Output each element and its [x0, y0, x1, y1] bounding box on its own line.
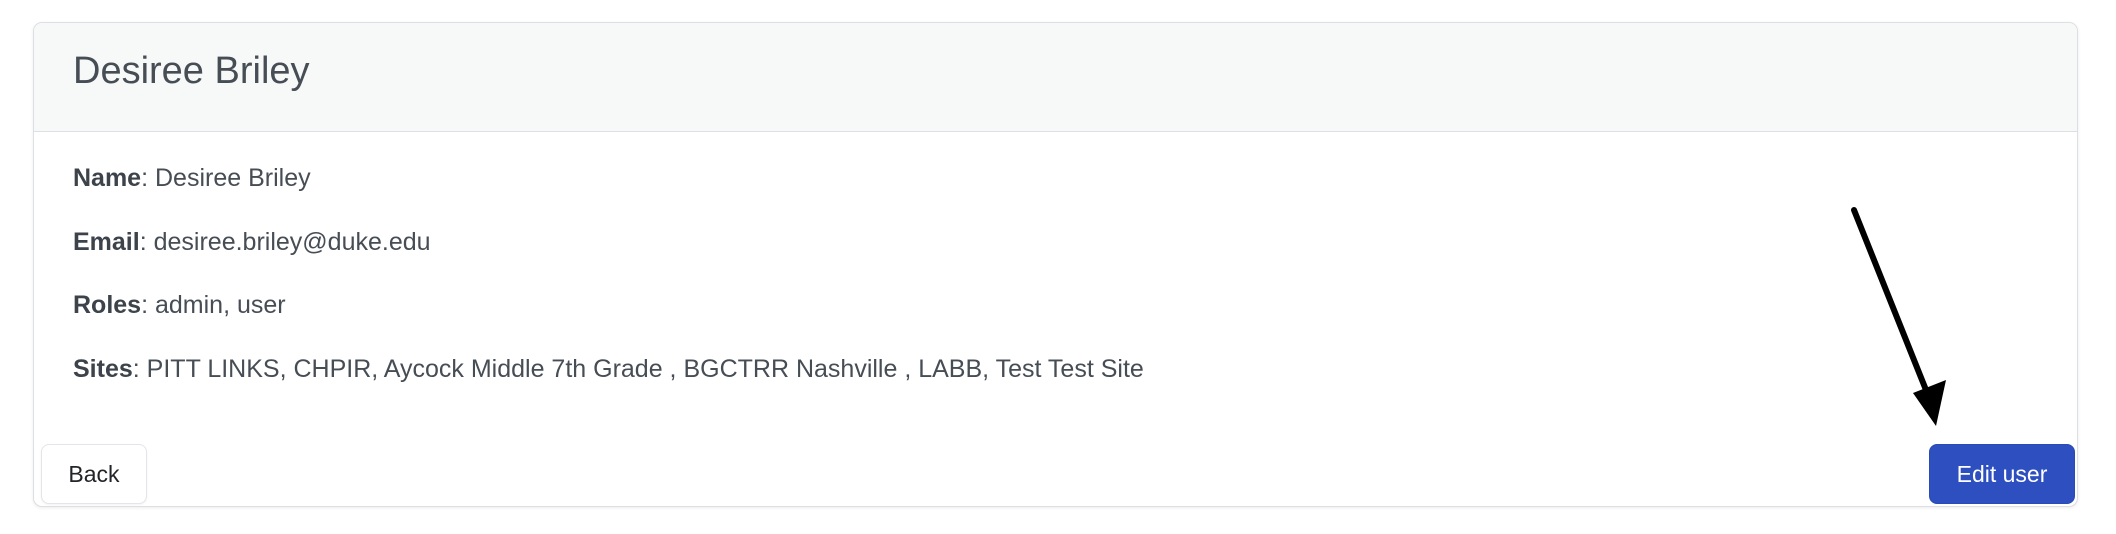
roles-value: admin, user [155, 291, 286, 319]
detail-row-name: Name: Desiree Briley [73, 163, 311, 193]
sites-value: PITT LINKS, CHPIR, Aycock Middle 7th Gra… [146, 355, 1144, 383]
page-title: Desiree Briley [73, 50, 310, 92]
label-separator: : [141, 291, 155, 319]
sites-label: Sites [73, 355, 133, 383]
name-value: Desiree Briley [155, 164, 311, 192]
label-separator: : [141, 164, 155, 192]
roles-label: Roles [73, 291, 142, 319]
label-separator: : [139, 228, 154, 256]
detail-row-sites: Sites: PITT LINKS, CHPIR, Aycock Middle … [73, 354, 1144, 384]
back-button[interactable]: Back [41, 444, 147, 504]
email-label: Email [73, 228, 140, 256]
edit-user-button[interactable]: Edit user [1929, 444, 2075, 504]
email-value: desiree.briley@duke.edu [153, 228, 431, 256]
label-separator: : [132, 355, 147, 383]
detail-row-email: Email: desiree.briley@duke.edu [73, 227, 431, 257]
detail-row-roles: Roles: admin, user [73, 290, 286, 320]
user-detail-card: Desiree Briley Name: Desiree Briley Emai… [33, 22, 2078, 507]
page: Desiree Briley Name: Desiree Briley Emai… [0, 0, 2116, 534]
card-header: Desiree Briley [34, 23, 2077, 132]
name-label: Name [73, 164, 142, 192]
